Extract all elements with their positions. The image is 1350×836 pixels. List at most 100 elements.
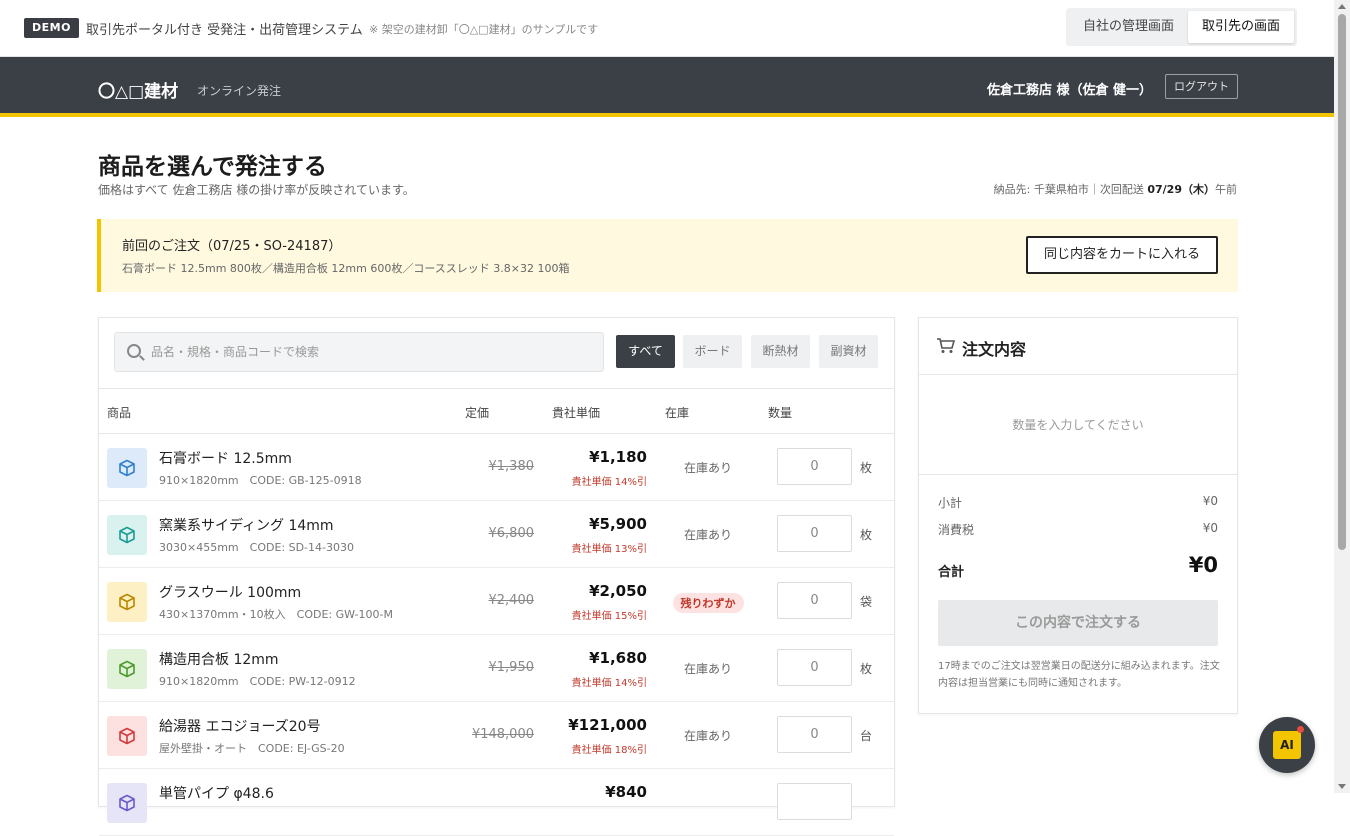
- product-spec: 910×1820mm CODE: GB-125-0918: [159, 474, 362, 487]
- box-icon: [119, 794, 135, 812]
- your-price: ¥121,000: [568, 716, 647, 734]
- column-header-product: 商品: [107, 406, 132, 420]
- stock-status: 在庫あり: [661, 660, 755, 677]
- delivery-info: 納品先: 千葉県柏市｜次回配送 07/29（木）午前: [994, 181, 1237, 197]
- view-toggle-admin[interactable]: 自社の管理画面: [1069, 11, 1188, 43]
- scrollbar-thumb[interactable]: [1338, 14, 1346, 550]
- table-row: 構造用合板 12mm 910×1820mm CODE: PW-12-0912 ¥1,…: [99, 635, 894, 702]
- product-thumbnail: [107, 783, 147, 823]
- quantity-input[interactable]: 0: [777, 448, 852, 485]
- product-name[interactable]: 窯業系サイディング 14mm: [159, 515, 334, 535]
- ai-assistant-button[interactable]: AI: [1259, 717, 1315, 773]
- order-summary-title: 注文内容: [962, 340, 1027, 359]
- quantity-input[interactable]: [777, 783, 852, 820]
- column-header-your-price: 貴社単価: [552, 406, 601, 420]
- product-thumbnail: [107, 582, 147, 622]
- order-summary-header: 注文内容: [919, 318, 1237, 375]
- product-spec: 430×1370mm・10枚入 CODE: GW-100-M: [159, 608, 393, 621]
- previous-order-items: 石膏ボード 12.5mm 800枚／構造用合板 12mm 600枚／コーススレッ…: [122, 262, 570, 275]
- product-name[interactable]: 構造用合板 12mm: [159, 649, 279, 669]
- product-name[interactable]: 石膏ボード 12.5mm: [159, 448, 292, 468]
- place-order-button[interactable]: この内容で注文する: [938, 600, 1218, 646]
- ai-icon: AI: [1273, 731, 1301, 759]
- product-name[interactable]: 給湯器 エコジョーズ20号: [159, 716, 321, 736]
- box-icon: [119, 593, 135, 611]
- product-name[interactable]: グラスウール 100mm: [159, 582, 301, 602]
- discount-label: 貴社単価 14%引: [571, 477, 647, 488]
- search-input[interactable]: [151, 333, 591, 371]
- search-icon: [127, 344, 141, 358]
- quantity-input[interactable]: 0: [777, 582, 852, 619]
- product-name[interactable]: 単管パイプ φ48.6: [159, 783, 274, 803]
- unit-label: 枚: [860, 528, 873, 542]
- page-scrollbar[interactable]: [1334, 0, 1350, 793]
- subtotal-value: ¥0: [1202, 494, 1218, 508]
- view-toggle-partner[interactable]: 取引先の画面: [1188, 11, 1295, 43]
- stock-status: 在庫あり: [661, 727, 755, 744]
- quantity-input[interactable]: 0: [777, 716, 852, 753]
- order-summary-panel: 注文内容 数量を入力してください 小計 ¥0 消費税 ¥0 合計 ¥0 この内容…: [918, 317, 1238, 714]
- subtotal-label: 小計: [938, 496, 963, 510]
- notification-dot: [1297, 726, 1304, 733]
- product-thumbnail: [107, 515, 147, 555]
- your-price: ¥1,680: [589, 649, 647, 667]
- demo-title: 取引先ポータル付き 受発注・出荷管理システム: [86, 23, 363, 38]
- list-price: ¥148,000: [471, 727, 534, 742]
- discount-label: 貴社単価 14%引: [571, 678, 647, 689]
- stock-status: 残りわずか: [661, 593, 755, 613]
- tax-label: 消費税: [938, 523, 975, 537]
- stock-status-text: 在庫あり: [683, 729, 732, 743]
- filter-all[interactable]: すべて: [616, 335, 675, 368]
- box-icon: [119, 526, 135, 544]
- cart-empty-message: 数量を入力してください: [919, 375, 1237, 475]
- table-header: 商品 定価 貴社単価 在庫 数量: [99, 388, 894, 434]
- filter-accessories[interactable]: 副資材: [819, 335, 878, 368]
- list-price: ¥1,380: [488, 459, 535, 474]
- your-price: ¥5,900: [589, 515, 647, 533]
- scroll-down-arrow-icon[interactable]: [1338, 784, 1346, 789]
- product-spec: 910×1820mm CODE: PW-12-0912: [159, 675, 356, 688]
- previous-order-title: 前回のご注文（07/25・SO-24187）: [122, 239, 342, 254]
- brand-logo[interactable]: 〇△□建材: [98, 77, 178, 102]
- demo-note: ※ 架空の建材卸「〇△□建材」のサンプルです: [369, 23, 599, 36]
- filter-board[interactable]: ボード: [683, 335, 742, 368]
- discount-label: 貴社単価 15%引: [571, 611, 647, 622]
- your-price: ¥1,180: [589, 448, 647, 466]
- stock-status-text: 在庫あり: [683, 528, 732, 542]
- discount-label: 貴社単価 13%引: [571, 544, 647, 555]
- filter-insulation[interactable]: 断熱材: [751, 335, 810, 368]
- list-price: ¥6,800: [488, 526, 535, 541]
- unit-label: 枚: [860, 461, 873, 475]
- quantity-input[interactable]: 0: [777, 649, 852, 686]
- product-spec: 3030×455mm CODE: SD-14-3030: [159, 541, 354, 554]
- demo-bar: DEMO 取引先ポータル付き 受発注・出荷管理システム ※ 架空の建材卸「〇△□…: [0, 0, 1334, 57]
- unit-label: 袋: [860, 595, 873, 609]
- logout-button[interactable]: ログアウト: [1165, 74, 1238, 99]
- unit-label: 枚: [860, 662, 873, 676]
- reorder-button[interactable]: 同じ内容をカートに入れる: [1026, 236, 1218, 274]
- site-header: 〇△□建材 オンライン発注 佐倉工務店 様（佐倉 健一） ログアウト: [0, 57, 1334, 117]
- your-price: ¥2,050: [589, 582, 647, 600]
- total-value: ¥0: [1188, 553, 1218, 577]
- search-box[interactable]: [114, 332, 604, 372]
- delivery-prefix: 納品先: 千葉県柏市｜次回配送: [993, 183, 1148, 196]
- product-thumbnail: [107, 649, 147, 689]
- scroll-up-arrow-icon[interactable]: [1338, 4, 1346, 9]
- column-header-list-price: 定価: [465, 406, 490, 420]
- box-icon: [119, 727, 135, 745]
- quantity-input[interactable]: 0: [777, 515, 852, 552]
- total-label: 合計: [938, 565, 965, 580]
- table-row: 給湯器 エコジョーズ20号 屋外壁掛・オート CODE: EJ-GS-20 ¥148…: [99, 702, 894, 769]
- box-icon: [119, 660, 135, 678]
- tax-value: ¥0: [1202, 521, 1218, 535]
- list-price: ¥2,400: [488, 593, 535, 608]
- page-title: 商品を選んで発注する: [98, 154, 327, 180]
- column-header-quantity: 数量: [768, 406, 793, 420]
- previous-order-banner: 前回のご注文（07/25・SO-24187） 石膏ボード 12.5mm 800枚…: [97, 219, 1238, 292]
- list-price: ¥1,950: [488, 660, 535, 675]
- your-price: ¥840: [605, 783, 647, 801]
- order-note: 17時までのご注文は翌営業日の配送分に組み込まれます。注文内容は担当営業にも同時…: [938, 661, 1220, 689]
- product-panel: すべて ボード 断熱材 副資材 商品 定価 貴社単価 在庫 数量 石膏ボード 1…: [98, 317, 895, 836]
- table-row: 窯業系サイディング 14mm 3030×455mm CODE: SD-14-303…: [99, 501, 894, 568]
- column-header-stock: 在庫: [665, 406, 690, 420]
